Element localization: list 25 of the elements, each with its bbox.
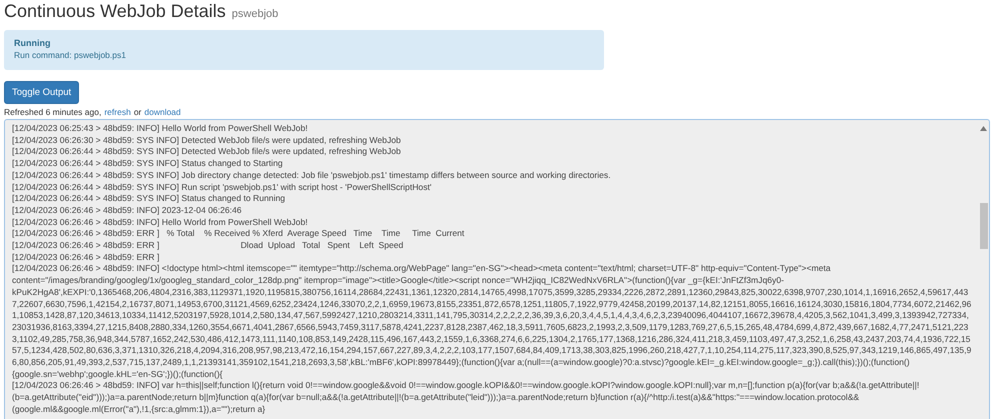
log-line: [12/04/2023 06:26:46 > 48bd59: ERR ] bbox=[12, 252, 160, 264]
log-line: [12/04/2023 06:25:43 > 48bd59: INFO] Hello World from PowerShell WebJob! bbox=[12, 123, 309, 135]
run-command: Run command: pswebjob.ps1 bbox=[14, 50, 127, 60]
job-name: pswebjob bbox=[232, 8, 278, 20]
log-line: [12/04/2023 06:26:44 > 48bd59: SYS INFO] Status changed to Running bbox=[12, 193, 286, 205]
log-line: [12/04/2023 06:26:46 > 48bd59: ERR ] % Total % Received % Xferd Average Speed Time Time Time Current bbox=[12, 228, 466, 240]
log-line: [12/04/2023 06:26:44 > 48bd59: SYS INFO] Run script 'pswebjob.ps1' with script host - 'PowerShellScriptHost' bbox=[12, 182, 433, 194]
log-line: [12/04/2023 06:26:46 > 48bd59: INFO] 2023-12-04 06:26:46 bbox=[12, 204, 243, 217]
download-link[interactable]: download bbox=[144, 107, 181, 117]
log-line: [12/04/2023 06:26:46 > 48bd59: ERR ] Dload Upload Total Spent Left Speed bbox=[12, 240, 404, 252]
or-text: or bbox=[134, 107, 142, 117]
page-title: Continuous WebJob Details bbox=[4, 1, 226, 22]
log-line: [12/04/2023 06:26:46 > 48bd59: INFO] Hello World from PowerShell WebJob! bbox=[12, 216, 309, 228]
scrollbar-thumb[interactable] bbox=[980, 203, 988, 249]
log-line: [12/04/2023 06:26:44 > 48bd59: SYS INFO] Detected WebJob file/s were updated, refreshing WebJob bbox=[12, 146, 402, 158]
scroll-up-icon[interactable] bbox=[980, 126, 987, 131]
toggle-output-button[interactable]: Toggle Output bbox=[4, 81, 80, 104]
log-line: [12/04/2023 06:26:46 > 48bd59: INFO] <!doctype html><html itemscope="" itemtype="http://schema.org/WebPage" lang="en-SG"><head><meta content="text/html; charset=UTF-8" http-equiv="Content-Type"><meta content="/images/branding/googleg/1x/googleg_standard_color_128dp.png" itemprop="image"><title>Google</title><script nonce="WH2jiqq_IC82WedNxV6RLA">(function(){var _g={kEI:'JnFtZf3mJq6y0-kPuK2HgA8',kEXPI:'0,1365468,206,4804,2316,383,1129371,1920,1195815,380756,16114,28684,22431,1361,12320,2814,14765,4998,17075,3599,3285,29334,2226,2872,2891,12360,29843,825,30022,6398,9707,230,1014,1,16916,2652,4,59617,4437,22607,6630,7596,1,42154,2,16737,8071,14953,6700,31121,4569,6252,23424,1246,33070,2,2,1,6959,19673,8155,23351,872,6578,1251,11805,7,1922,9779,42458,20199,20137,14,82,12151,8055,16616,16124,3030,15816,1804,7734,6072,21462,961,10853,1428,87,120,34613,10334,11412,5203197,5928,1014,2,580,134,47,567,5992427,1210,2803214,3311,141,795,30314,2,2,2,2,2,36,39,3,6,20,3,4,4,5,1,4,4,3,4,6,2,3,23940096,4044107,16672,39678,4,4205,3,562,1041,3,499,3,1393942,727334,23031936,8163,3394,27,1215,8408,2880,334,1260,3554,6671,4041,2867,6566,5943,7459,3117,5878,4241,2237,8128,2387,462,18,3,5911,7605,6823,2,1993,2,3,509,1179,1283,769,27,6,5,15,265,48,4784,699,4,872,439,667,1682,4,77,2471,5121,2233,1102,49,285,758,36,948,344,5787,1652,242,530,486,412,1473,111,1140,108,853,149,2428,115,496,167,443,2,1559,1,6,3368,274,6,6,225,1304,2,1765,177,1368,1216,286,324,411,218,3,459,1103,497,47,3,252,1,6,258,43,2437,203,74,4,1936,722,1557,5,1234,428,502,80,636,3,371,1310,326,218,4,2094,316,208,957,98,213,472,16,154,294,157,667,227,89,3,4,2,2,2,103,177,1507,684,84,409,1713,38,303,825,1996,260,218,427,7,1,10,254,114,275,117,323,390,8,525,97,343,1219,146,865,497,135,96,80,856,205,91,49,393,2,537,715,137,2489,1,1,21393141,359102,1541,218,2693,3,58',kBL:'mBF6',kOPI:89978449};(function(){var a;(null==(a=window.google)?0:a.stvsc)?google.kEI=_g.kEI:window.google=_g;}).call(this);})();(function(){google.sn='webhp';google.kHL='en-SG';})();(function(){ bbox=[12, 263, 972, 380]
log-line: [12/04/2023 06:26:44 > 48bd59: SYS INFO] Status changed to Starting bbox=[12, 158, 284, 170]
log-line: [12/04/2023 06:26:30 > 48bd59: SYS INFO] Detected WebJob file/s were updated, refreshing WebJob bbox=[12, 134, 402, 146]
refreshed-text: Refreshed 6 minutes ago, bbox=[4, 107, 102, 117]
log-line: [12/04/2023 06:26:44 > 48bd59: SYS INFO] Job directory change detected: Job file 'pswebjob.ps1' timestamp differs between source and working directories. bbox=[12, 170, 612, 182]
refresh-link[interactable]: refresh bbox=[104, 107, 131, 117]
log-line: [12/04/2023 06:26:46 > 48bd59: INFO] var h=this||self;function l(){return void 0!==window.google&&void 0!==window.google.kOPI&&0!==window.google.kOPI?window.google.kOPI:null};var m,n=[];function p(a){for(var b;a&&(!a.getAttribute||!(b=a.getAttribute("eid")));)a=a.parentNode;return b||m}function q(a){for(var b=null;a&&(!a.getAttribute||!(b=a.getAttribute("leid")));)a=a.parentNode;return b}function r(a){/^http:/i.test(a)&&"https:"===window.location.protocol&&(google.ml&&google.ml(Error("a"),!1,{src:a,glmm:1}),a="");return a} bbox=[12, 380, 920, 416]
status-title: Running bbox=[14, 38, 52, 48]
